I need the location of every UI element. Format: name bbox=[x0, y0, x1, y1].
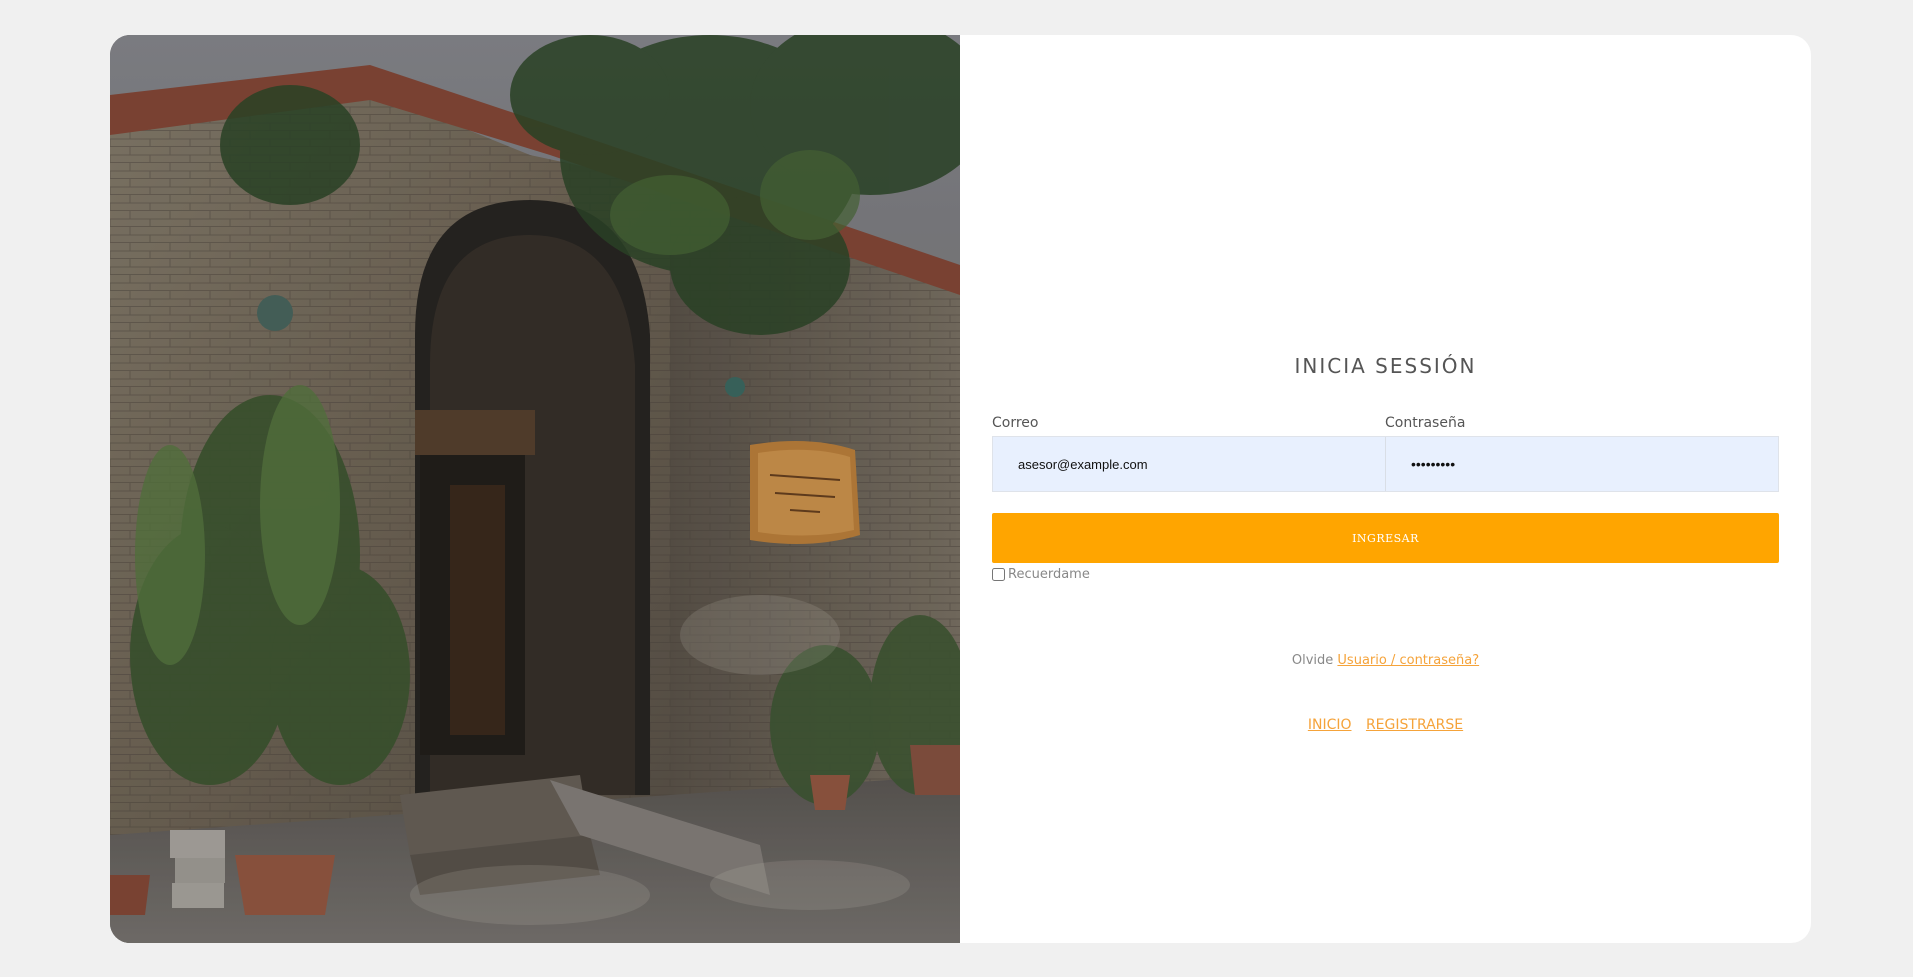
credentials-row bbox=[992, 436, 1779, 492]
forgot-prefix: Olvide bbox=[1291, 653, 1334, 668]
forgot-password-row: Olvide Usuario / contraseña? bbox=[960, 653, 1811, 668]
email-field[interactable] bbox=[993, 437, 1386, 491]
forgot-password-link[interactable]: Usuario / contraseña? bbox=[1337, 653, 1479, 668]
footer-links: INICIO REGISTRARSE bbox=[960, 717, 1811, 733]
email-label: Correo bbox=[992, 415, 1039, 431]
login-card: INICIA SESSIÓN Correo Contraseña INGRESA… bbox=[110, 35, 1811, 943]
page-title: INICIA SESSIÓN bbox=[1294, 354, 1477, 378]
remember-label: Recuerdame bbox=[1008, 567, 1090, 582]
login-form-panel: INICIA SESSIÓN Correo Contraseña INGRESA… bbox=[960, 35, 1811, 943]
login-button[interactable]: INGRESAR bbox=[992, 513, 1779, 563]
photo-overlay bbox=[110, 35, 960, 943]
entrance-photo bbox=[110, 35, 960, 943]
remember-me: Recuerdame bbox=[992, 567, 1090, 582]
inicio-link[interactable]: INICIO bbox=[1308, 717, 1352, 733]
remember-checkbox[interactable] bbox=[992, 568, 1005, 581]
password-field[interactable] bbox=[1386, 437, 1778, 491]
registrarse-link[interactable]: REGISTRARSE bbox=[1366, 717, 1463, 733]
password-label: Contraseña bbox=[1385, 415, 1466, 431]
